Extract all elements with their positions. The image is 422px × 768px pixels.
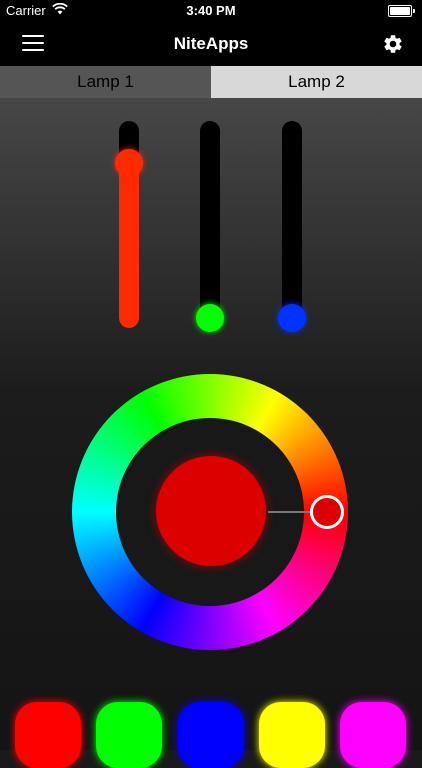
preset-yellow-button[interactable] xyxy=(259,702,325,768)
preset-green-button[interactable] xyxy=(96,702,162,768)
preset-red-button[interactable] xyxy=(15,702,81,768)
color-wheel-indicator-line xyxy=(268,511,312,513)
tab-lamp-2[interactable]: Lamp 2 xyxy=(211,66,422,98)
preset-blue-button[interactable] xyxy=(178,702,244,768)
red-slider-track[interactable] xyxy=(115,121,143,328)
status-time: 3:40 PM xyxy=(186,3,236,18)
color-wheel-handle[interactable] xyxy=(310,495,344,529)
current-color-swatch xyxy=(156,456,266,566)
green-slider-track[interactable] xyxy=(196,121,224,332)
blue-slider-track[interactable] xyxy=(278,121,306,332)
lamp-tabs: Lamp 1 Lamp 2 xyxy=(0,66,422,98)
tab-lamp-1[interactable]: Lamp 1 xyxy=(0,66,211,98)
red-slider-thumb[interactable] xyxy=(115,148,143,177)
battery-icon xyxy=(388,5,415,17)
preset-magenta-button[interactable] xyxy=(340,702,406,768)
app-title: NiteApps xyxy=(173,34,249,53)
green-slider-thumb[interactable] xyxy=(196,304,224,332)
lamp-controls xyxy=(0,98,422,768)
red-slider-fill xyxy=(119,152,139,328)
status-bar: Carrier 3:40 PM xyxy=(0,0,422,22)
nav-bar: NiteApps xyxy=(0,22,422,66)
blue-slider-thumb[interactable] xyxy=(278,304,306,332)
gear-icon[interactable] xyxy=(382,33,404,55)
